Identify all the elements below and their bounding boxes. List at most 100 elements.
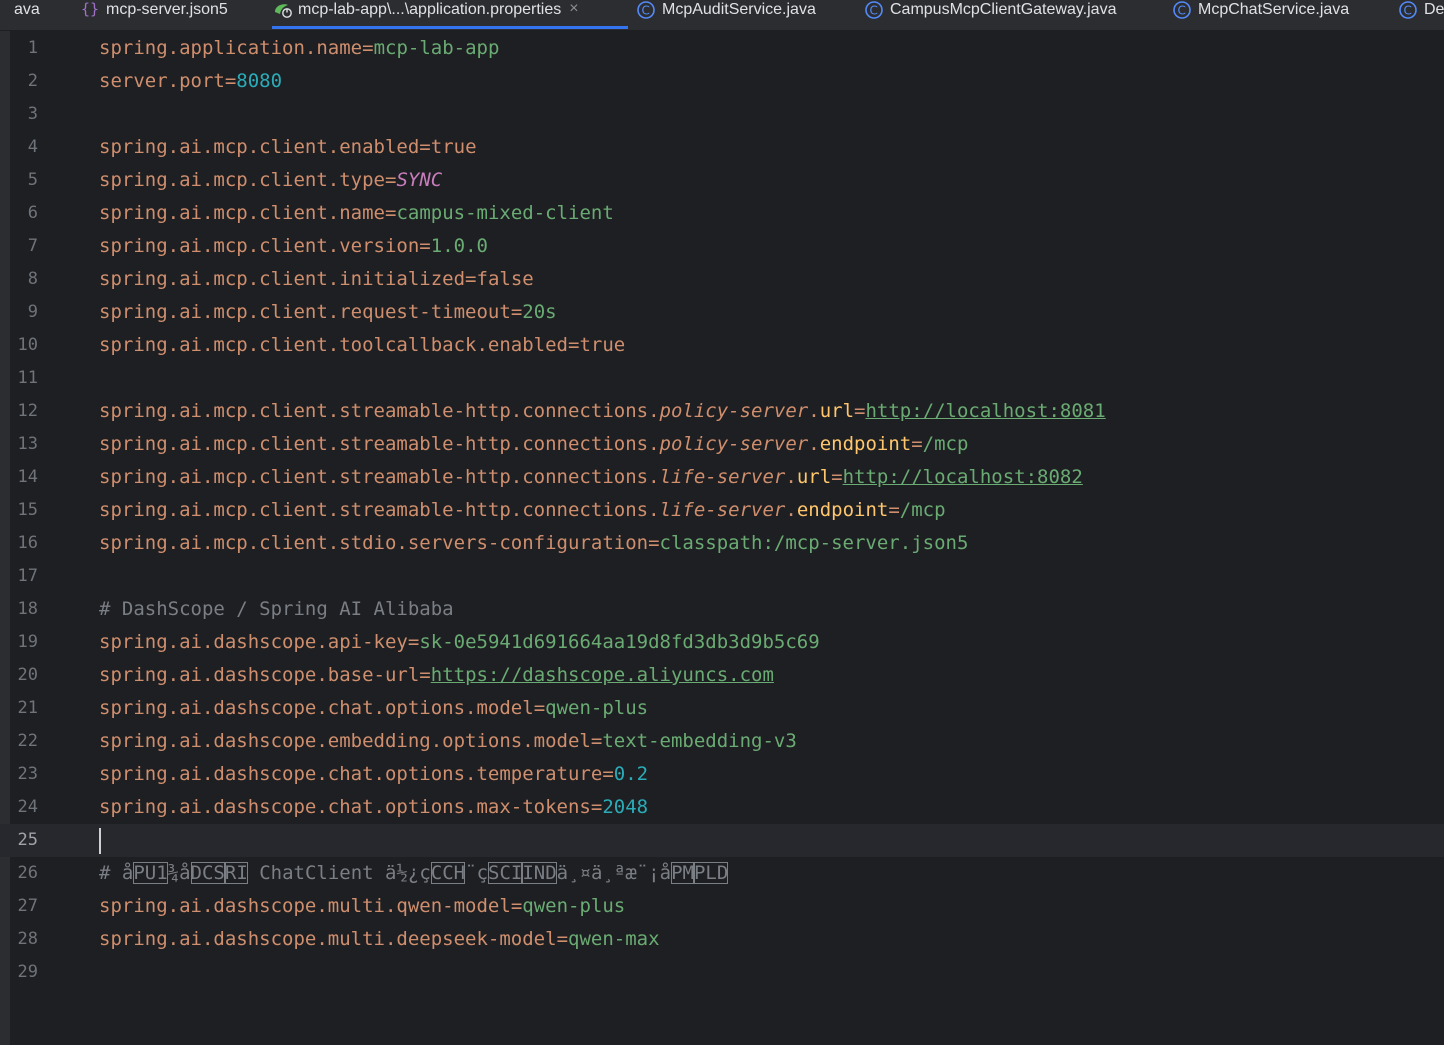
code-line[interactable]: 20 spring.ai.dashscope.base-url=https://… xyxy=(0,659,1444,692)
close-icon[interactable]: × xyxy=(569,0,578,18)
code-line[interactable]: 8 spring.ai.mcp.client.initialized=false xyxy=(0,263,1444,296)
code-line-current[interactable]: 25 xyxy=(0,824,1444,857)
url-link[interactable]: https://dashscope.aliyuncs.com xyxy=(431,664,774,686)
json-braces-icon: {} xyxy=(80,0,99,18)
property-value: false xyxy=(476,268,534,290)
property-key: spring.ai.dashscope.multi.qwen-model xyxy=(99,895,511,917)
property-value: true xyxy=(430,136,477,158)
code-line[interactable]: 1 spring.application.name=mcp-lab-app xyxy=(0,32,1444,65)
url-link[interactable]: http://localhost:8081 xyxy=(865,400,1105,422)
property-value: text-embedding-v3 xyxy=(602,730,797,752)
code-line[interactable]: 26 # åPU1¾åDCSRI ChatClient ä½¿çCCH¨çSCI… xyxy=(0,857,1444,890)
line-number: 14 xyxy=(17,467,38,487)
property-name: url xyxy=(819,400,855,422)
property-key: spring.ai.dashscope.chat.options.model xyxy=(99,697,534,719)
tab-label: ava xyxy=(14,1,40,18)
line-number: 23 xyxy=(17,764,38,784)
code-line[interactable]: 4 spring.ai.mcp.client.enabled=true xyxy=(0,131,1444,164)
class-icon: C xyxy=(636,0,655,19)
line-number: 20 xyxy=(17,665,38,685)
line-number: 21 xyxy=(17,698,38,718)
code-line[interactable]: 6 spring.ai.mcp.client.name=campus-mixed… xyxy=(0,197,1444,230)
class-icon: C xyxy=(864,0,883,19)
property-key: spring.ai.mcp.client.streamable-http.con… xyxy=(99,466,660,488)
code-line[interactable]: 29 xyxy=(0,956,1444,989)
active-tab-indicator xyxy=(272,26,628,29)
line-number: 18 xyxy=(17,599,38,619)
code-line[interactable]: 9 spring.ai.mcp.client.request-timeout=2… xyxy=(0,296,1444,329)
property-value: classpath:/mcp-server.json5 xyxy=(659,532,969,554)
svg-text:C: C xyxy=(642,4,650,18)
property-value: sk-0e5941d691664aa19d8fd3db3d9b5c69 xyxy=(419,631,820,653)
tab-label: McpAuditService.java xyxy=(662,1,816,18)
tab-java-partial[interactable]: ava xyxy=(14,0,40,30)
property-key: server.port xyxy=(99,70,225,92)
code-line[interactable]: 3 xyxy=(0,98,1444,131)
code-line[interactable]: 19 spring.ai.dashscope.api-key=sk-0e5941… xyxy=(0,626,1444,659)
line-number: 7 xyxy=(27,236,38,256)
property-key: spring.ai.dashscope.multi.deepseek-model xyxy=(99,928,557,950)
code-line[interactable]: 16 spring.ai.mcp.client.stdio.servers-co… xyxy=(0,527,1444,560)
tab-mcp-server-json5[interactable]: {} mcp-server.json5 xyxy=(80,0,228,30)
property-value: /mcp xyxy=(922,433,969,455)
line-number: 17 xyxy=(17,566,38,586)
tab-mcp-audit-service[interactable]: C McpAuditService.java xyxy=(636,0,816,30)
property-value: 2048 xyxy=(602,796,649,818)
tab-label: McpChatService.java xyxy=(1198,1,1350,18)
map-key: policy-server xyxy=(659,433,809,455)
garbled-comment: # åPU1¾åDCSRI ChatClient ä½¿çCCH¨çSCIIND… xyxy=(99,862,729,884)
svg-text:C: C xyxy=(1178,4,1186,18)
code-line[interactable]: 28 spring.ai.dashscope.multi.deepseek-mo… xyxy=(0,923,1444,956)
code-line[interactable]: 18 # DashScope / Spring AI Alibaba xyxy=(0,593,1444,626)
line-number: 6 xyxy=(27,203,38,223)
comment: # DashScope / Spring AI Alibaba xyxy=(99,598,454,620)
tab-label: mcp-lab-app\...\application.properties xyxy=(298,1,562,18)
code-line[interactable]: 13 spring.ai.mcp.client.streamable-http.… xyxy=(0,428,1444,461)
code-line[interactable]: 17 xyxy=(0,560,1444,593)
code-line[interactable]: 23 spring.ai.dashscope.chat.options.temp… xyxy=(0,758,1444,791)
line-number: 29 xyxy=(17,962,38,982)
code-line[interactable]: 15 spring.ai.mcp.client.streamable-http.… xyxy=(0,494,1444,527)
property-key: spring.ai.mcp.client.type xyxy=(99,169,385,191)
property-value: mcp-lab-app xyxy=(373,37,500,59)
property-value: campus-mixed-client xyxy=(396,202,614,224)
line-number: 10 xyxy=(17,335,38,355)
line-number: 19 xyxy=(17,632,38,652)
code-line[interactable]: 10 spring.ai.mcp.client.toolcallback.ena… xyxy=(0,329,1444,362)
code-line[interactable]: 22 spring.ai.dashscope.embedding.options… xyxy=(0,725,1444,758)
map-key: life-server xyxy=(659,466,786,488)
tab-application-properties[interactable]: mcp-lab-app\...\application.properties × xyxy=(272,0,628,30)
line-number: 11 xyxy=(17,368,38,388)
tab-mcp-chat-service[interactable]: C McpChatService.java xyxy=(1172,0,1349,30)
property-value: 0.2 xyxy=(613,763,649,785)
line-number: 25 xyxy=(17,830,38,850)
property-key: spring.ai.mcp.client.request-timeout xyxy=(99,301,511,323)
property-key: spring.ai.dashscope.chat.options.tempera… xyxy=(99,763,603,785)
code-line[interactable]: 7 spring.ai.mcp.client.version=1.0.0 xyxy=(0,230,1444,263)
code-line[interactable]: 14 spring.ai.mcp.client.streamable-http.… xyxy=(0,461,1444,494)
line-number: 15 xyxy=(17,500,38,520)
class-icon: C xyxy=(1398,0,1417,19)
property-key: spring.ai.mcp.client.version xyxy=(99,235,420,257)
class-icon: C xyxy=(1172,0,1191,19)
property-key: spring.ai.dashscope.embedding.options.mo… xyxy=(99,730,591,752)
url-link[interactable]: http://localhost:8082 xyxy=(843,466,1083,488)
code-line[interactable]: 21 spring.ai.dashscope.chat.options.mode… xyxy=(0,692,1444,725)
tab-partial-de[interactable]: C De xyxy=(1398,0,1444,30)
code-line[interactable]: 24 spring.ai.dashscope.chat.options.max-… xyxy=(0,791,1444,824)
property-key: spring.application.name xyxy=(99,37,363,59)
tab-campus-mcp-client-gateway[interactable]: C CampusMcpClientGateway.java xyxy=(864,0,1116,30)
property-name: url xyxy=(796,466,832,488)
property-key: spring.ai.dashscope.chat.options.max-tok… xyxy=(99,796,591,818)
line-number: 13 xyxy=(17,434,38,454)
line-number: 26 xyxy=(17,863,38,883)
code-line[interactable]: 12 spring.ai.mcp.client.streamable-http.… xyxy=(0,395,1444,428)
property-name: endpoint xyxy=(796,499,889,521)
code-line[interactable]: 11 xyxy=(0,362,1444,395)
property-value: qwen-plus xyxy=(522,895,626,917)
code-line[interactable]: 5 spring.ai.mcp.client.type=SYNC xyxy=(0,164,1444,197)
line-number: 24 xyxy=(17,797,38,817)
line-number: 27 xyxy=(17,896,38,916)
code-line[interactable]: 2 server.port=8080 xyxy=(0,65,1444,98)
code-line[interactable]: 27 spring.ai.dashscope.multi.qwen-model=… xyxy=(0,890,1444,923)
